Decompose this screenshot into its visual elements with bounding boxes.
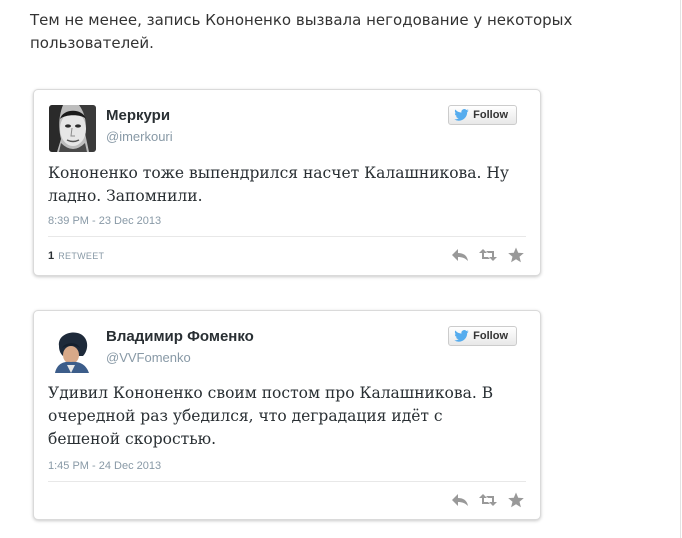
- tweet-timestamp[interactable]: 8:39 PM - 23 Dec 2013: [48, 215, 161, 227]
- divider: [48, 236, 526, 237]
- divider: [48, 481, 526, 482]
- follow-label: Follow: [473, 330, 508, 342]
- article-paragraph: Тем не менее, запись Кононенко вызвала н…: [30, 11, 573, 52]
- follow-button[interactable]: Follow: [448, 105, 517, 125]
- reply-icon[interactable]: [451, 247, 469, 263]
- retweet-count: 1: [48, 250, 55, 262]
- reply-icon[interactable]: [451, 492, 469, 508]
- favorite-icon[interactable]: [507, 492, 525, 508]
- author-name[interactable]: Меркури: [106, 107, 170, 124]
- page-edge-rule: [680, 0, 681, 538]
- retweet-stats[interactable]: 1 RETWEET: [48, 250, 104, 262]
- twitter-bird-icon: [454, 330, 469, 342]
- avatar[interactable]: [49, 105, 96, 152]
- tweet-text: Кононенко тоже выпендрился насчет Калашн…: [48, 164, 510, 205]
- author-handle[interactable]: @imerkouri: [106, 129, 173, 144]
- author-name[interactable]: Владимир Фоменко: [106, 328, 254, 345]
- tweet-actions: [451, 492, 525, 508]
- twitter-bird-icon: [454, 109, 469, 121]
- embedded-tweet: Владимир Фоменко @VVFomenko Follow Удиви…: [33, 310, 541, 520]
- tweet-text: Удивил Кононенко своим постом про Калашн…: [48, 384, 494, 448]
- avatar[interactable]: [49, 326, 96, 373]
- favorite-icon[interactable]: [507, 247, 525, 263]
- embedded-tweet: Меркури @imerkouri Follow Кононенко тоже…: [33, 89, 541, 276]
- tweet-timestamp[interactable]: 1:45 PM - 24 Dec 2013: [48, 460, 161, 472]
- retweet-label: RETWEET: [58, 251, 105, 261]
- tweet-actions: [451, 247, 525, 263]
- author-handle[interactable]: @VVFomenko: [106, 350, 191, 365]
- retweet-icon[interactable]: [479, 247, 497, 263]
- follow-label: Follow: [473, 109, 508, 121]
- retweet-icon[interactable]: [479, 492, 497, 508]
- follow-button[interactable]: Follow: [448, 326, 517, 346]
